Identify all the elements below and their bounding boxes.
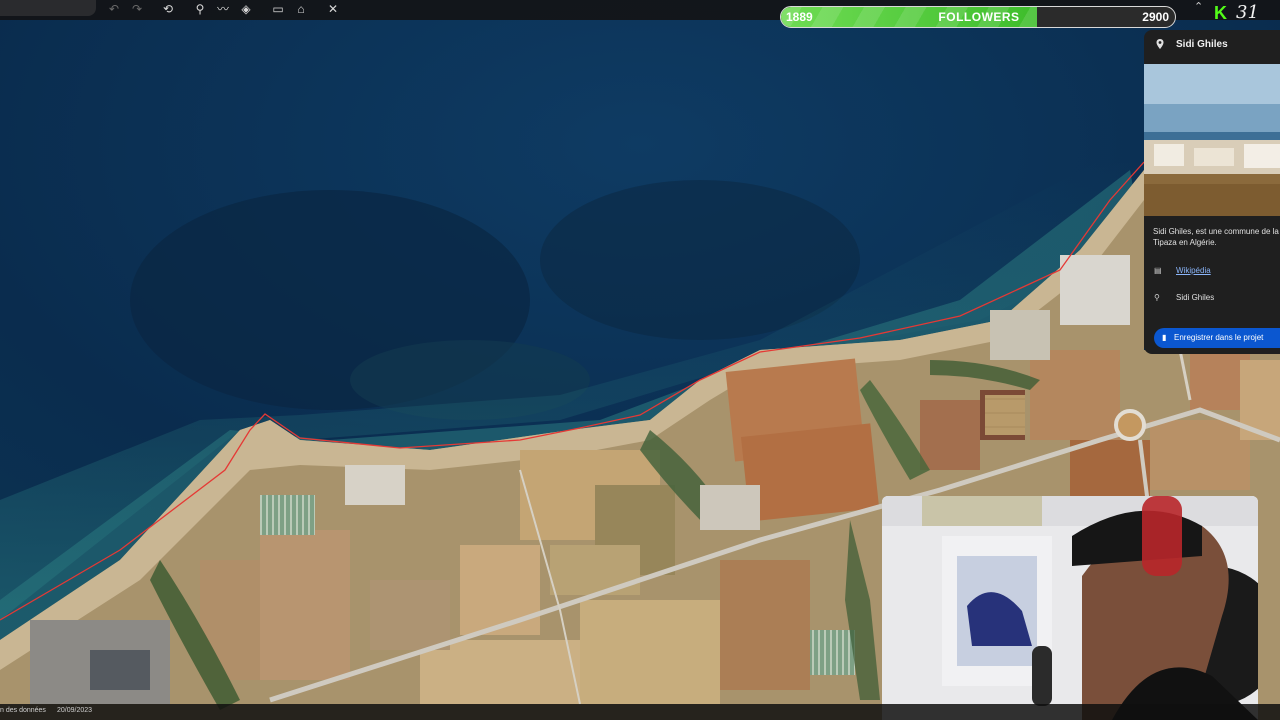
place-title: Sidi Ghiles [1176, 39, 1228, 50]
location-label: Sidi Ghiles [1176, 293, 1215, 302]
ruler-icon[interactable]: ▭ [271, 2, 285, 16]
wikipedia-link[interactable]: Wikipédia [1176, 266, 1211, 275]
place-photo[interactable] [1144, 64, 1280, 216]
status-bar: n des données 20/09/2023 [0, 704, 1280, 720]
followers-goal-bar: 1889 FOLLOWERS 2900 [780, 6, 1176, 28]
kick-logo-icon: K [1214, 3, 1227, 23]
settings-icon[interactable]: ✕ [326, 2, 340, 16]
followers-goal: 2900 [1142, 10, 1169, 24]
save-button-label: Enregistrer dans le projet [1174, 333, 1264, 342]
location-pin-icon: ⚲ [1154, 293, 1160, 302]
description-line: Sidi Ghiles, est une commune de la [1153, 227, 1279, 236]
undo-icon[interactable]: ↶ [107, 2, 121, 16]
wikipedia-icon: ▤ [1154, 266, 1162, 275]
bookmark-icon: ▮ [1162, 333, 1167, 342]
streamer-webcam [882, 496, 1258, 720]
chevron-up-icon[interactable]: ⌃ [1194, 0, 1203, 13]
street-view-icon[interactable]: ⌂ [294, 2, 308, 16]
location-pin-icon [1156, 39, 1164, 49]
save-to-project-button[interactable]: ▮ Enregistrer dans le projet [1154, 328, 1280, 348]
place-description: Sidi Ghiles, est une commune de la Tipaz… [1153, 226, 1280, 248]
imagery-date: 20/09/2023 [57, 707, 93, 714]
placemark-icon[interactable]: ⚲ [193, 2, 207, 16]
viewer-count: 31 [1236, 2, 1259, 23]
layers-icon[interactable]: ◈ [239, 2, 253, 16]
place-info-panel: Sidi Ghiles Sidi Ghiles, est une commune… [1144, 30, 1280, 354]
data-credit: n des données [0, 707, 46, 714]
wiki-row[interactable]: ▤ Wikipédia [1154, 266, 1211, 275]
description-line: Tipaza en Algérie. [1153, 238, 1217, 247]
location-row: ⚲ Sidi Ghiles [1154, 293, 1214, 302]
search-box[interactable] [0, 0, 96, 16]
redo-icon[interactable]: ↷ [130, 2, 144, 16]
history-icon[interactable]: ⟲ [161, 2, 175, 16]
path-icon[interactable]: 〰 [216, 2, 230, 16]
followers-label: FOLLOWERS [938, 10, 1020, 24]
